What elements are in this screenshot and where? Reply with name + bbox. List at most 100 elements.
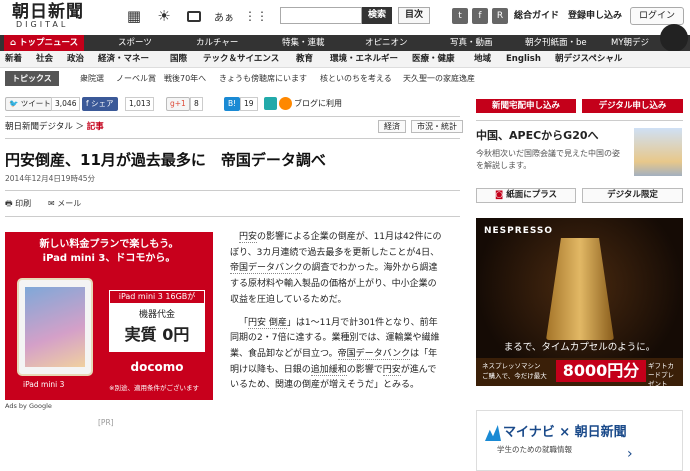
subnav-politics[interactable]: 政治	[67, 51, 84, 68]
blog-icon[interactable]	[264, 97, 277, 110]
mail-icon: ✉	[48, 199, 55, 208]
article-paragraph: 「円安 倒産」は1～11月で計301件となり、前年同期の2・7倍に達する。業種別…	[230, 316, 442, 395]
arrow-icon: ›	[627, 446, 633, 462]
subnav-education[interactable]: 教育	[296, 51, 313, 68]
nav-culture[interactable]: カルチャー	[196, 35, 238, 51]
article-text: の影響で	[346, 364, 383, 375]
guide-link[interactable]: 総合ガイド	[514, 9, 559, 23]
tweet-label: ツイート	[20, 99, 51, 108]
facebook-share-count: 1,013	[125, 97, 155, 111]
topic-item[interactable]: 天久聖一の家庭逸産	[403, 71, 475, 86]
nav-paper[interactable]: 朝夕刊紙面・be	[525, 35, 587, 51]
topic-item[interactable]: きょうも傍聴席にいます	[219, 71, 307, 86]
ad-price-value: 実質 0円	[124, 325, 190, 344]
article-title: 円安倒産、11月が過去最多に 帝国データ調べ	[5, 151, 326, 169]
tv-icon[interactable]	[184, 6, 204, 26]
paper-plus-label: 紙面にプラス	[506, 190, 558, 200]
search-button[interactable]: 検索	[362, 7, 392, 24]
topic-item[interactable]: 戦後70年へ	[164, 71, 206, 86]
article-text: の影響による企業の倒産が、11月は42件にのぼり、3カ月連続で過去最多を更新した…	[230, 232, 442, 258]
ad-price-box: 機器代金 実質 0円	[109, 304, 205, 352]
tweet-count: 3,046	[51, 97, 81, 111]
subnav-economy[interactable]: 経済・マネー	[98, 51, 149, 68]
topic-item[interactable]: ノーベル賞	[116, 71, 156, 86]
site-logo-sub: DIGITAL	[16, 20, 69, 29]
aa-icon[interactable]: あぁ	[214, 6, 234, 26]
breadcrumb: 朝日新聞デジタル ＞ 記事	[5, 121, 104, 133]
main-nav: ⌂ トップニュース スポーツ カルチャー 特集・連載 オピニオン 写真・動画 朝…	[0, 35, 690, 51]
grid-icon[interactable]: ⋮⋮	[244, 6, 268, 26]
digital-signup-button[interactable]: デジタル申し込み	[582, 99, 683, 113]
mascot-icon	[660, 24, 688, 52]
subnav-environment[interactable]: 環境・エネルギー	[330, 51, 398, 68]
paper-plus-button[interactable]: ◙ 紙面にプラス	[476, 188, 576, 203]
subnav-english[interactable]: English	[506, 51, 541, 68]
blog-icon-2[interactable]	[279, 97, 292, 110]
facebook-icon[interactable]: f	[472, 8, 488, 24]
feature-thumbnail[interactable]	[634, 128, 682, 176]
subnav-international[interactable]: 国際	[170, 51, 187, 68]
ads-by-google[interactable]: Ads by Google	[5, 402, 52, 411]
tag-economy[interactable]: 経済	[378, 120, 406, 133]
keyword-link[interactable]: 円安 倒産	[248, 317, 287, 329]
feature-headline[interactable]: 中国、APECからG20へ	[476, 129, 599, 143]
rss-icon[interactable]: R	[492, 8, 508, 24]
subnav-society[interactable]: 社会	[36, 51, 53, 68]
blog-link[interactable]: ブログに利用	[294, 98, 342, 110]
toc-button[interactable]: 目次	[398, 7, 430, 24]
nav-features[interactable]: 特集・連載	[282, 35, 325, 51]
site-header: 朝日新聞 DIGITAL ▦ ☀ あぁ ⋮⋮ 検索 目次 t f R 総合ガイド…	[0, 0, 690, 34]
subnav-region[interactable]: 地域	[474, 51, 491, 68]
tag-market[interactable]: 市況・統計	[411, 120, 463, 133]
breadcrumb-section[interactable]: 記事	[87, 122, 104, 132]
mynavi-banner[interactable]: マイナビ × 朝日新聞 学生のための就職情報 ›	[476, 410, 683, 471]
mynavi-brand: マイナビ × 朝日新聞	[503, 425, 627, 440]
digital-limited-button[interactable]: デジタル限定	[582, 188, 683, 203]
nespresso-foot-1: ネスプレッソマシン	[482, 362, 541, 370]
divider	[476, 120, 683, 121]
login-button[interactable]: ログイン	[630, 7, 684, 25]
divider	[5, 216, 460, 217]
mail-label: メール	[57, 199, 82, 208]
ad-model: iPad mini 3	[23, 380, 65, 389]
twitter-icon[interactable]: t	[452, 8, 468, 24]
facebook-share-button[interactable]: f シェア	[82, 97, 118, 111]
nav-photo[interactable]: 写真・動画	[450, 35, 493, 51]
subnav-tech[interactable]: テック＆サイエンス	[203, 51, 279, 68]
keyword-link[interactable]: 追加緩和	[310, 364, 347, 376]
subnav-special[interactable]: 朝デジスペシャル	[555, 51, 622, 68]
ad-note: ※別途、適用条件がございます	[109, 384, 199, 392]
print-button[interactable]: 🖶 印刷	[5, 198, 31, 210]
weather-icon[interactable]: ☀	[154, 6, 174, 26]
search-input[interactable]	[280, 7, 362, 24]
signup-link[interactable]: 登録申し込み	[568, 9, 622, 23]
nav-sports[interactable]: スポーツ	[118, 35, 152, 51]
subnav-health[interactable]: 医療・健康	[412, 51, 455, 68]
mail-button[interactable]: ✉ メール	[48, 198, 81, 210]
hatena-button[interactable]: B!	[224, 97, 241, 111]
breadcrumb-site[interactable]: 朝日新聞デジタル	[5, 122, 73, 132]
docomo-ad[interactable]: 新しい料金プランで楽しもう。 iPad mini 3、ドコモから。 iPad m…	[5, 232, 213, 400]
subnav-new[interactable]: 新着	[5, 51, 22, 68]
docomo-logo: docomo	[130, 360, 184, 374]
gplus-button[interactable]: g+1	[166, 97, 190, 111]
keyword-link[interactable]: 帝国データバンク	[337, 348, 411, 360]
keyword-link[interactable]: 帝国データバンク	[230, 263, 303, 275]
site-logo[interactable]: 朝日新聞	[12, 3, 84, 21]
topic-item[interactable]: 衆院選	[80, 71, 104, 86]
article-text: 「	[239, 317, 249, 328]
nav-opinion[interactable]: オピニオン	[365, 35, 408, 51]
nespresso-footer: ネスプレッソマシン ご購入で、今だけ最大 8000円分 ギフトカードプレゼント	[476, 358, 683, 388]
topic-item[interactable]: 核といのちを考える	[320, 71, 392, 86]
nav-top-news[interactable]: ⌂ トップニュース	[4, 35, 85, 51]
nespresso-foot-2: ご購入で、今だけ最大	[482, 372, 547, 380]
keyword-link[interactable]: 円安	[239, 232, 258, 243]
nespresso-ad[interactable]: NESPRESSO まるで、タイムカプセルのように。 ネスプレッソマシン ご購入…	[476, 218, 683, 388]
keyword-link[interactable]: 円安	[382, 364, 401, 376]
news-icon[interactable]: ▦	[124, 6, 144, 26]
home-delivery-button[interactable]: 新聞宅配申し込み	[476, 99, 576, 113]
nav-my[interactable]: MY朝デジ	[611, 35, 649, 51]
mynavi-sub: 学生のための就職情報	[497, 445, 572, 454]
nespresso-amount: 8000円分	[556, 360, 646, 382]
tweet-button[interactable]: 🐦 ツイート	[5, 97, 55, 111]
